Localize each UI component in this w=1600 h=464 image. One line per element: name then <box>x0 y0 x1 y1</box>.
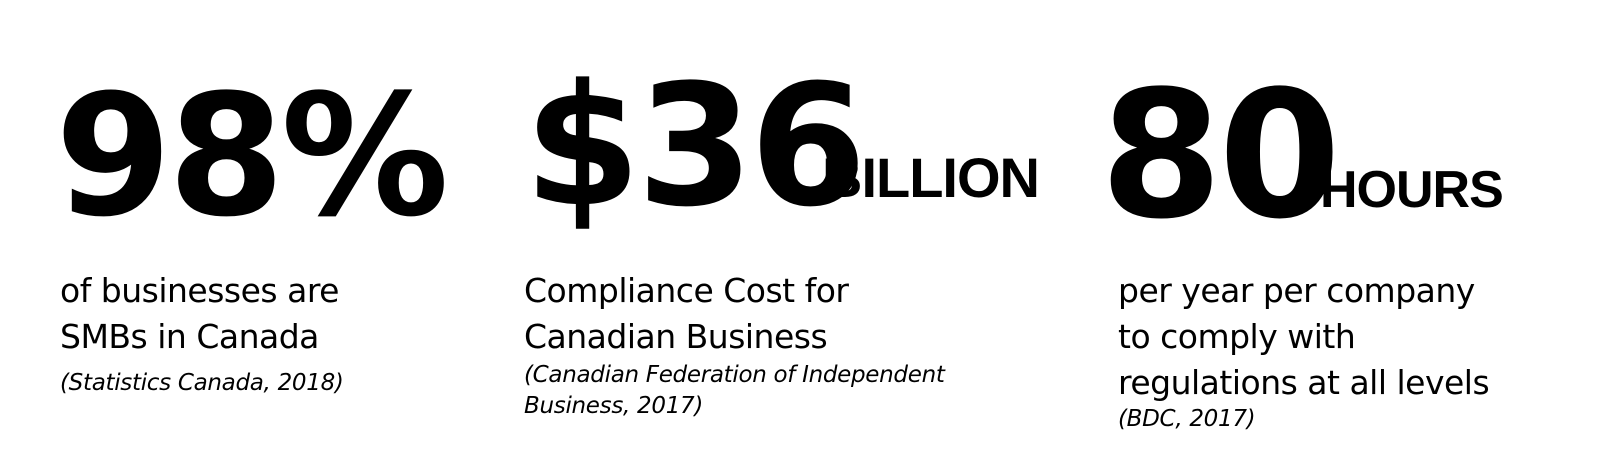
source-line: (Canadian Federation of Independent <box>524 362 945 388</box>
description-line: Compliance Cost for <box>524 271 849 310</box>
description-line: regulations at all levels <box>1118 363 1490 402</box>
description-line: of businesses are <box>60 271 339 310</box>
stat-description: per year per company to comply with regu… <box>1118 268 1490 406</box>
source-line: (BDC, 2017) <box>1118 406 1256 432</box>
stat-figure: 80 <box>1100 53 1341 258</box>
stat-source: (Canadian Federation of Independent Busi… <box>524 360 945 422</box>
source-line: Business, 2017) <box>524 393 704 419</box>
stat-figure: 98% <box>55 58 449 254</box>
stat-unit: HOURS <box>1320 161 1504 219</box>
description-line: to comply with <box>1118 317 1356 356</box>
description-line: SMBs in Canada <box>60 317 319 356</box>
stat-description: of businesses are SMBs in Canada <box>60 268 339 360</box>
description-line: Canadian Business <box>524 317 828 356</box>
stat-unit: BILLION <box>822 146 1040 209</box>
stat-source: (Statistics Canada, 2018) <box>60 368 344 399</box>
source-line: (Statistics Canada, 2018) <box>60 370 344 396</box>
description-line: per year per company <box>1118 271 1475 310</box>
stat-description: Compliance Cost for Canadian Business <box>524 268 849 360</box>
stat-figure: $36 <box>524 48 867 244</box>
stat-source: (BDC, 2017) <box>1118 404 1256 435</box>
